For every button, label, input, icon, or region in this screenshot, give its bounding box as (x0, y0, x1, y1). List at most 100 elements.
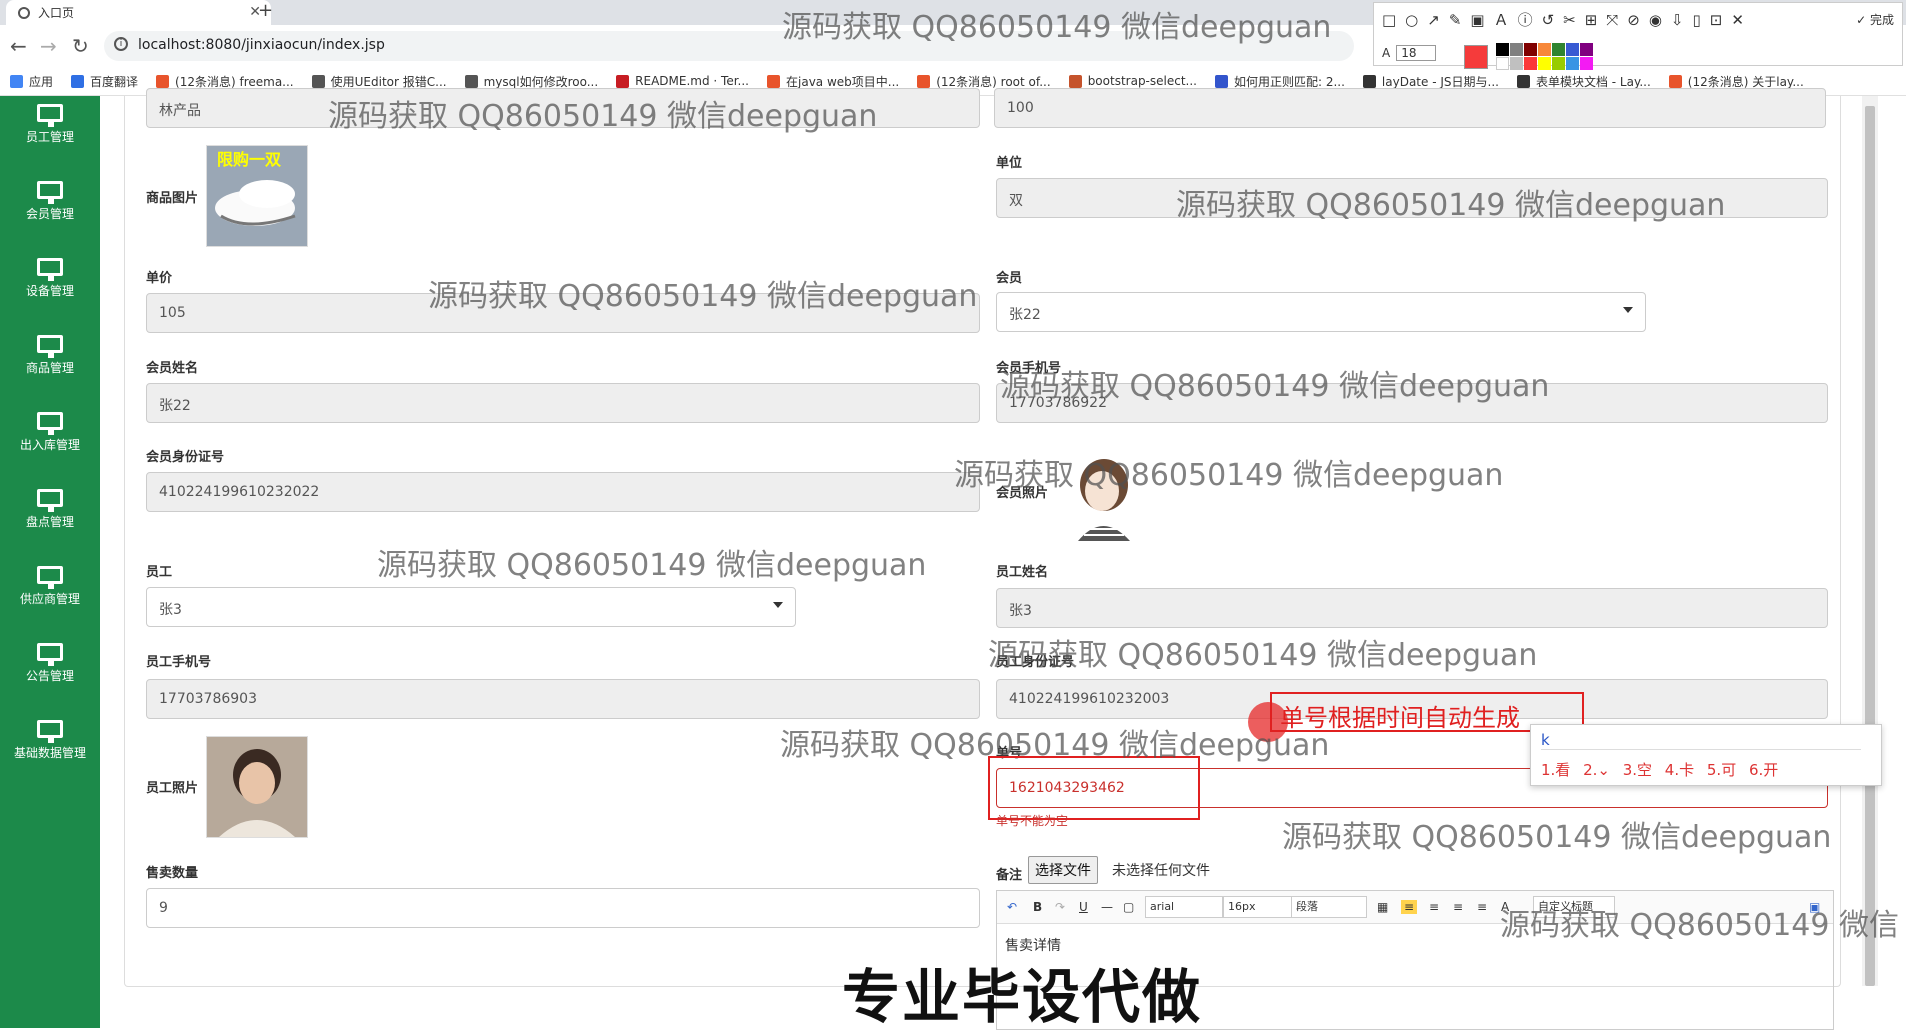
monitor-icon (37, 258, 63, 281)
watermark: 源码获取 QQ86050149 微信deepguan (1000, 369, 1550, 404)
sidebar-item[interactable]: 盘点管理 (0, 489, 100, 530)
watermark: 源码获取 QQ86050149 微信deepguan (1500, 908, 1898, 943)
align-center-icon[interactable]: ≡ (1429, 900, 1439, 914)
info-icon[interactable]: i (114, 37, 128, 51)
footer-banner: 专业毕设代做 (842, 963, 1203, 1031)
employee-name-field[interactable]: 张3 (996, 588, 1828, 628)
employee-phone-label: 员工手机号 (146, 655, 212, 670)
qty-field[interactable]: 9 (146, 888, 980, 928)
bookmark-item[interactable]: mysql如何修改roo... (464, 73, 598, 90)
watermark: 源码获取 QQ86050149 微信deepguan (782, 10, 1332, 45)
monitor-icon (37, 566, 63, 589)
justify-icon[interactable]: ≡ (1477, 900, 1487, 914)
bookmark-label: 应用 (29, 74, 54, 89)
browser-tab[interactable]: 入口页 ✕ (6, 0, 271, 25)
clear-format-icon[interactable]: ▢ (1123, 900, 1134, 914)
sidebar-item[interactable]: 员工管理 (0, 104, 100, 145)
member-name-field[interactable]: 张22 (146, 383, 980, 423)
bookmark-icon (10, 74, 23, 88)
font-family-select[interactable]: arial (1145, 896, 1223, 918)
forward-icon[interactable]: → (40, 34, 57, 58)
bookmark-item[interactable]: (12条消息) 关于lay... (1668, 73, 1804, 90)
bookmark-item[interactable]: layDate - JS日期与... (1362, 73, 1499, 90)
paragraph-select[interactable]: 段落 (1291, 896, 1367, 918)
bookmark-icon (917, 74, 931, 88)
bookmark-item[interactable]: 百度翻译 (71, 73, 138, 90)
redo-icon[interactable]: ↷ (1055, 900, 1065, 914)
top-right-field[interactable]: 100 (994, 88, 1826, 128)
employee-photo (206, 736, 308, 838)
choose-file-button[interactable]: 选择文件 (1028, 856, 1098, 884)
bookmark-label: 在java web项目中... (786, 74, 900, 89)
sidebar-item[interactable]: 供应商管理 (0, 566, 100, 607)
bookmark-item[interactable]: 应用 (10, 73, 53, 90)
reload-icon[interactable]: ↻ (72, 34, 89, 58)
underline-icon[interactable]: U (1079, 900, 1088, 914)
bookmark-icon (1068, 74, 1082, 88)
product-image-label: 商品图片 (146, 191, 199, 206)
sidebar-item[interactable]: 基础数据管理 (0, 720, 100, 761)
sidebar-item[interactable]: 商品管理 (0, 335, 100, 376)
color-palette[interactable] (1496, 43, 1593, 70)
ime-candidates[interactable]: 1.看 2.⌄ 3.空 4.卡 5.可 6.开 (1541, 759, 1778, 780)
ime-candidate-window[interactable]: k 1.看 2.⌄ 3.空 4.卡 5.可 6.开 (1530, 724, 1882, 786)
bookmark-label: (12条消息) freema... (175, 74, 294, 89)
order-no-highlight (988, 756, 1200, 820)
scrollbar-thumb[interactable] (1865, 106, 1875, 986)
sidebar-item[interactable]: 设备管理 (0, 258, 100, 299)
watermark: 源码获取 QQ86050149 微信deepguan (954, 458, 1504, 493)
bookmark-item[interactable]: (12条消息) freema... (156, 73, 294, 90)
bold-icon[interactable]: B (1033, 900, 1042, 914)
employee-phone-field[interactable]: 17703786903 (146, 679, 980, 719)
bookmark-label: 如何用正则匹配: 2... (1233, 74, 1345, 89)
page-scrollbar[interactable] (1862, 96, 1878, 986)
snap-tool-icons[interactable]: □○↗✎▣Ａⓘ↺✂⊞⤧⊘◉⇩▯⊡✕ (1382, 9, 1753, 30)
bookmark-icon (1668, 74, 1682, 88)
monitor-icon (37, 489, 63, 512)
font-size-select[interactable]: 18 (1396, 45, 1436, 61)
bookmark-item[interactable]: (12条消息) root of... (917, 73, 1051, 90)
remark-label: 备注 (996, 868, 1023, 883)
ime-composition: k (1541, 731, 1861, 750)
member-id-field[interactable]: 410224199610232022 (146, 472, 980, 512)
done-button[interactable]: ✓ 完成 (1856, 11, 1894, 28)
bookmark-item[interactable]: bootstrap-select... (1068, 74, 1197, 88)
new-tab-icon[interactable]: + (258, 0, 273, 21)
sidebar-item[interactable]: 会员管理 (0, 181, 100, 222)
bookmark-icon (616, 74, 630, 88)
undo-icon[interactable]: ↶ (1007, 900, 1017, 914)
sidebar-item[interactable]: 出入库管理 (0, 412, 100, 453)
bookmark-label: 使用UEditor 报错C... (330, 74, 447, 89)
watermark: 源码获取 QQ86050149 微信deepguan (428, 279, 978, 314)
sidebar-item-label: 会员管理 (25, 207, 74, 221)
hr-icon[interactable]: — (1101, 900, 1113, 914)
bookmark-icon (767, 74, 780, 88)
sidebar-item-label: 供应商管理 (19, 592, 80, 606)
member-select[interactable]: 张22 (996, 292, 1646, 332)
bookmark-item[interactable]: README.md · Ter... (616, 74, 749, 88)
watermark: 源码获取 QQ86050149 微信deepguan (1176, 188, 1726, 223)
bookmark-label: bootstrap-select... (1087, 74, 1197, 88)
screenshot-toolbar: □○↗✎▣Ａⓘ↺✂⊞⤧⊘◉⇩▯⊡✕ ✓ 完成 A 18 (1373, 2, 1903, 70)
bookmark-item[interactable]: 在java web项目中... (767, 73, 899, 90)
bookmark-item[interactable]: 如何用正则匹配: 2... (1214, 73, 1345, 90)
back-icon[interactable]: ← (10, 34, 27, 58)
sidebar-item[interactable]: 公告管理 (0, 643, 100, 684)
bookmark-item[interactable]: 使用UEditor 报错C... (311, 73, 447, 90)
sidebar: 员工管理会员管理设备管理商品管理出入库管理盘点管理供应商管理公告管理基础数据管理 (0, 96, 100, 1028)
bookmark-label: layDate - JS日期与... (1381, 74, 1499, 89)
sidebar-item-label: 商品管理 (25, 361, 74, 375)
table-icon[interactable]: ▦ (1377, 900, 1388, 914)
tab-title: 入口页 (38, 6, 75, 20)
employee-select[interactable]: 张3 (146, 587, 796, 627)
bookmark-item[interactable]: 表单模块文档 - Lay... (1516, 73, 1651, 90)
current-color-swatch[interactable] (1464, 45, 1488, 69)
font-size-select[interactable]: 16px (1223, 896, 1293, 918)
member-id-label: 会员身份证号 (146, 450, 225, 465)
watermark: 源码获取 QQ86050149 微信deepguan (377, 548, 927, 583)
align-right-icon[interactable]: ≡ (1453, 900, 1463, 914)
url-text: localhost:8080/jinxiaocun/index.jsp (138, 37, 385, 53)
align-left-icon[interactable]: ≡ (1401, 900, 1418, 914)
font-size-control[interactable]: A 18 (1382, 45, 1436, 61)
bookmark-icon (156, 74, 170, 88)
